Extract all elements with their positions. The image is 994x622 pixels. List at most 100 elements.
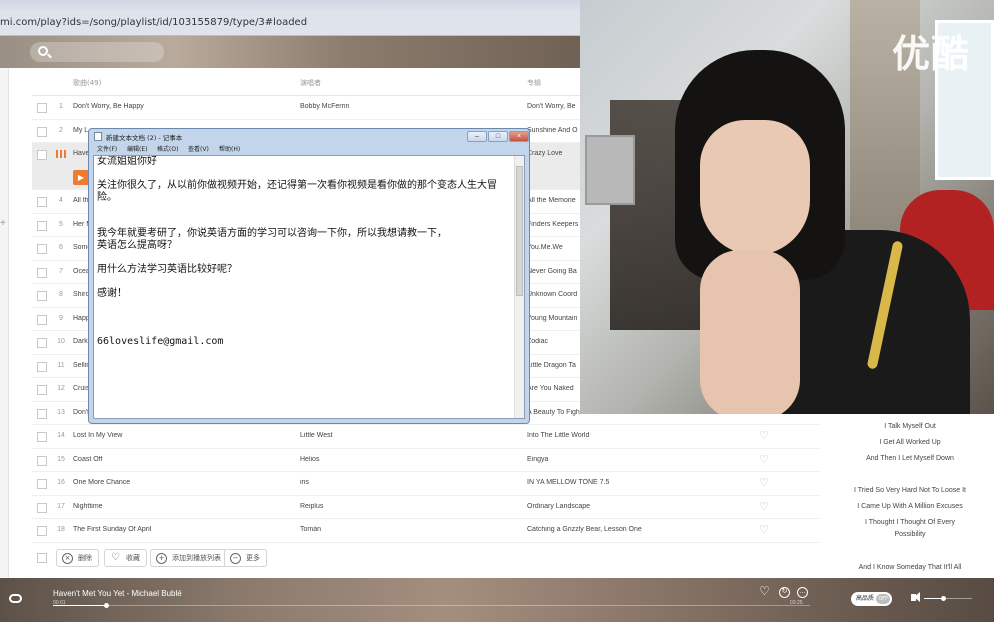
row-checkbox[interactable] [37, 314, 47, 325]
more-label: 更多 [246, 554, 260, 562]
hq-toggle[interactable]: 高品质 OFF [851, 592, 893, 606]
song-title[interactable]: The First Sunday Of April [73, 526, 293, 533]
heart-icon[interactable]: ♡ [759, 454, 770, 465]
song-artist[interactable]: Reiplus [300, 503, 520, 510]
song-artist[interactable]: Little West [300, 432, 520, 439]
row-checkbox[interactable] [37, 150, 47, 160]
row-number: 1 [59, 103, 63, 110]
more-button[interactable]: − 更多 [224, 549, 267, 567]
table-row[interactable]: 17 Nighttime Reiplus Ordinary Landscape ♡ [32, 496, 820, 519]
heart-icon[interactable]: ♡ [759, 501, 770, 512]
search-input[interactable] [30, 42, 164, 62]
notepad-line [97, 204, 515, 216]
song-album[interactable]: IN YA MELLOW TONE 7.5 [527, 479, 727, 486]
row-checkbox[interactable] [37, 244, 47, 254]
player-bar: Haven't Met You Yet - Michael Bublé 00:0… [0, 578, 994, 622]
address-bar[interactable]: mi.com/play?ids=/song/playlist/id/103155… [0, 12, 580, 36]
delete-label: 删除 [78, 554, 92, 562]
lyric-line: I Talk Myself Out [884, 423, 936, 430]
delete-button[interactable]: × 删除 [56, 549, 99, 567]
song-artist[interactable]: Helios [300, 456, 520, 463]
menu-view[interactable]: 查看(V) [188, 144, 209, 153]
menu-file[interactable]: 文件(F) [97, 144, 117, 153]
play-mv-icon[interactable]: ▶ [73, 170, 89, 185]
song-artist[interactable]: iris [300, 479, 520, 486]
song-album[interactable]: Into The Little World [527, 432, 727, 439]
song-title[interactable]: Don't Worry, Be Happy [73, 103, 293, 110]
more-options-icon[interactable]: … [797, 587, 808, 598]
row-checkbox[interactable] [37, 361, 47, 372]
row-number: 14 [57, 432, 65, 439]
row-checkbox[interactable] [37, 385, 47, 395]
row-number: 7 [59, 267, 63, 275]
maximize-button[interactable]: □ [488, 131, 508, 142]
row-checkbox[interactable] [37, 526, 47, 536]
progress-handle[interactable] [103, 603, 109, 608]
progress-bar[interactable] [53, 603, 810, 608]
minimize-button[interactable]: – [467, 131, 487, 142]
add-to-list-label: 添加到播放列表 [172, 554, 221, 562]
table-row[interactable]: 16 One More Chance iris IN YA MELLOW TONE 7… [32, 472, 820, 496]
notepad-text-area[interactable]: 女流姐姐你好 关注你很久了，从以前你做视频开始，还记得第一次看你视频是看你做的那个… [93, 155, 525, 419]
add-icon[interactable]: + [0, 218, 6, 229]
row-number: 17 [57, 502, 65, 510]
menu-format[interactable]: 格式(O) [157, 144, 178, 153]
row-checkbox[interactable] [37, 291, 47, 301]
select-all-checkbox[interactable] [37, 553, 47, 563]
row-checkbox[interactable] [37, 103, 47, 113]
song-album[interactable]: Eingya [527, 456, 727, 463]
menu-help[interactable]: 帮助(H) [219, 144, 240, 153]
like-icon[interactable]: ♡ [759, 585, 770, 598]
notepad-icon [94, 132, 102, 141]
heart-icon[interactable]: ♡ [759, 478, 770, 489]
close-button[interactable]: × [509, 131, 529, 142]
notepad-line: 66loveslife@gmail.com [97, 336, 224, 347]
row-number: 9 [59, 314, 63, 322]
heart-icon[interactable]: ♡ [759, 525, 770, 536]
menu-edit[interactable]: 编辑(E) [127, 144, 147, 153]
row-number: 16 [57, 479, 65, 486]
song-album[interactable]: Catching a Grizzly Bear, Lesson One [527, 526, 727, 533]
row-checkbox[interactable] [37, 126, 47, 137]
row-checkbox[interactable] [37, 338, 47, 348]
scrollbar-thumb[interactable] [516, 166, 523, 296]
row-number: 10 [57, 338, 65, 345]
share-icon[interactable]: ↻ [779, 587, 790, 598]
header-album[interactable]: 专辑 [527, 78, 541, 88]
row-checkbox[interactable] [37, 502, 47, 513]
lyric-line: And Then I Let Myself Down [866, 455, 954, 462]
song-title[interactable]: One More Chance [73, 479, 293, 486]
row-checkbox[interactable] [37, 455, 47, 466]
heart-icon[interactable]: ♡ [759, 431, 770, 442]
song-title[interactable]: Coast Off [73, 456, 293, 463]
notepad-line [97, 252, 515, 264]
favorite-button[interactable]: ♡ 收藏 [104, 549, 147, 567]
song-album[interactable]: Ordinary Landscape [527, 503, 727, 510]
row-checkbox[interactable] [37, 267, 47, 278]
add-to-list-button[interactable]: + 添加到播放列表 [150, 549, 228, 567]
table-row[interactable]: 15 Coast Off Helios Eingya ♡ [32, 449, 820, 472]
volume-slider[interactable] [924, 596, 972, 601]
table-row[interactable]: 14 Lost In My View Little West Into The Lit… [32, 425, 820, 449]
table-row[interactable]: 18 The First Sunday Of April Tomán Catching… [32, 519, 820, 543]
row-checkbox[interactable] [37, 197, 47, 207]
volume-handle[interactable] [941, 596, 947, 601]
notepad-scrollbar[interactable] [514, 156, 524, 418]
song-title[interactable]: Nighttime [73, 503, 293, 510]
row-number: 11 [57, 361, 65, 369]
volume-icon[interactable] [911, 592, 920, 602]
webcam-video: 优酷 [580, 0, 994, 414]
song-title[interactable]: Lost In My View [73, 432, 293, 439]
row-checkbox[interactable] [37, 432, 47, 442]
background-monitor [585, 135, 635, 205]
row-checkbox[interactable] [37, 408, 47, 419]
song-artist[interactable]: Bobby McFerrin [300, 103, 520, 110]
row-checkbox[interactable] [37, 220, 47, 231]
row-checkbox[interactable] [37, 479, 47, 489]
notepad-line: 英语怎么提高呀？ [97, 240, 177, 251]
song-artist[interactable]: Tomán [300, 526, 520, 533]
loop-icon[interactable] [9, 594, 22, 603]
header-title[interactable]: 歌曲(49) [73, 78, 101, 88]
header-artist[interactable]: 演唱者 [300, 78, 321, 88]
notepad-line [97, 300, 515, 312]
